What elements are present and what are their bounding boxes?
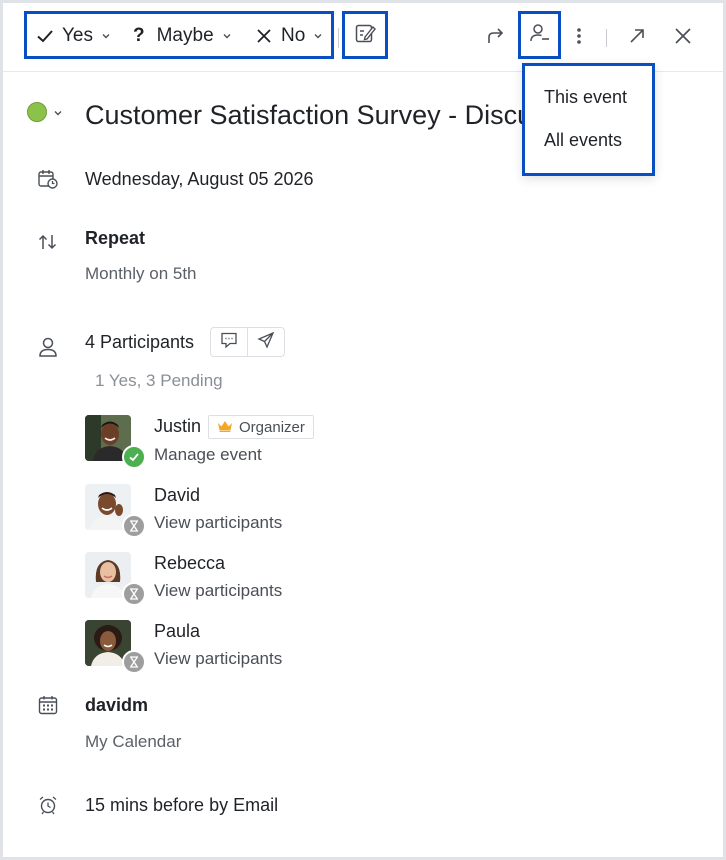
rsvp-no-button[interactable]: No — [256, 25, 323, 47]
repeat-label: Repeat — [85, 228, 146, 248]
question-icon: ? — [133, 25, 145, 46]
send-icon — [257, 331, 275, 354]
rsvp-maybe-button[interactable]: ? Maybe — [133, 25, 232, 47]
repeat-detail: Monthly on 5th — [85, 264, 197, 283]
user-minus-icon — [529, 22, 551, 49]
organizer-badge: Organizer — [208, 415, 314, 439]
status-color-picker[interactable] — [27, 102, 67, 122]
participant-name: Rebecca — [154, 553, 226, 573]
expand-icon — [628, 27, 646, 50]
toolbar-divider — [338, 28, 339, 48]
more-options-button[interactable] — [568, 23, 590, 53]
close-icon — [674, 27, 692, 50]
more-vertical-icon — [576, 26, 582, 51]
accepted-status-icon — [122, 445, 146, 469]
menu-item-this-event[interactable]: This event — [544, 87, 627, 108]
participant-name: Justin — [154, 416, 202, 436]
forward-icon — [486, 26, 506, 51]
chat-icon — [220, 331, 238, 354]
participant-name: David — [154, 485, 201, 505]
chevron-down-icon — [101, 31, 111, 41]
calendar-owner: davidm — [85, 695, 149, 715]
alarm-icon — [38, 795, 58, 820]
organizer-label: Organizer — [239, 418, 305, 436]
email-participants-button[interactable] — [248, 328, 284, 356]
view-participants-link[interactable]: View participants — [154, 513, 282, 533]
toolbar-divider — [606, 29, 607, 47]
pending-status-icon — [122, 514, 146, 538]
rsvp-maybe-label: Maybe — [156, 25, 214, 46]
check-icon — [36, 27, 54, 45]
chevron-down-icon — [313, 31, 323, 41]
x-icon — [256, 28, 272, 44]
repeat-icon — [37, 232, 59, 257]
chevron-down-icon — [53, 105, 63, 123]
edit-note-button[interactable] — [346, 15, 384, 55]
participants-heading: 4 Participants — [85, 332, 195, 352]
remove-participant-button[interactable] — [522, 15, 557, 55]
crown-icon — [217, 419, 233, 436]
participant-actions — [210, 327, 285, 357]
participants-summary: 1 Yes, 3 Pending — [95, 371, 223, 390]
pending-status-icon — [122, 582, 146, 606]
chevron-down-icon — [222, 31, 232, 41]
calendar-icon — [38, 695, 58, 720]
event-title: Customer Satisfaction Survey - Discuss — [85, 100, 560, 130]
rsvp-no-label: No — [281, 25, 306, 46]
rsvp-yes-label: Yes — [62, 25, 93, 46]
view-participants-link[interactable]: View participants — [154, 649, 282, 669]
status-color-dot — [27, 102, 47, 122]
close-button[interactable] — [668, 23, 698, 53]
view-participants-link[interactable]: View participants — [154, 581, 282, 601]
participant-scope-menu: This event All events — [522, 63, 655, 176]
user-icon — [38, 336, 58, 363]
event-date: Wednesday, August 05 2026 — [85, 169, 314, 189]
calendar-name: My Calendar — [85, 732, 182, 751]
pending-status-icon — [122, 650, 146, 674]
reminder-text: 15 mins before by Email — [85, 795, 279, 815]
menu-item-all-events[interactable]: All events — [544, 130, 622, 151]
calendar-clock-icon — [37, 168, 59, 195]
participant-name: Paula — [154, 621, 201, 641]
chat-participants-button[interactable] — [211, 328, 248, 356]
event-details-panel: Yes ? Maybe No Customer Satisfaction Sur… — [3, 3, 723, 857]
edit-note-icon — [354, 22, 376, 49]
expand-button[interactable] — [622, 23, 652, 53]
forward-button[interactable] — [481, 23, 511, 53]
rsvp-yes-button[interactable]: Yes — [36, 25, 111, 47]
manage-event-link[interactable]: Manage event — [154, 445, 262, 465]
